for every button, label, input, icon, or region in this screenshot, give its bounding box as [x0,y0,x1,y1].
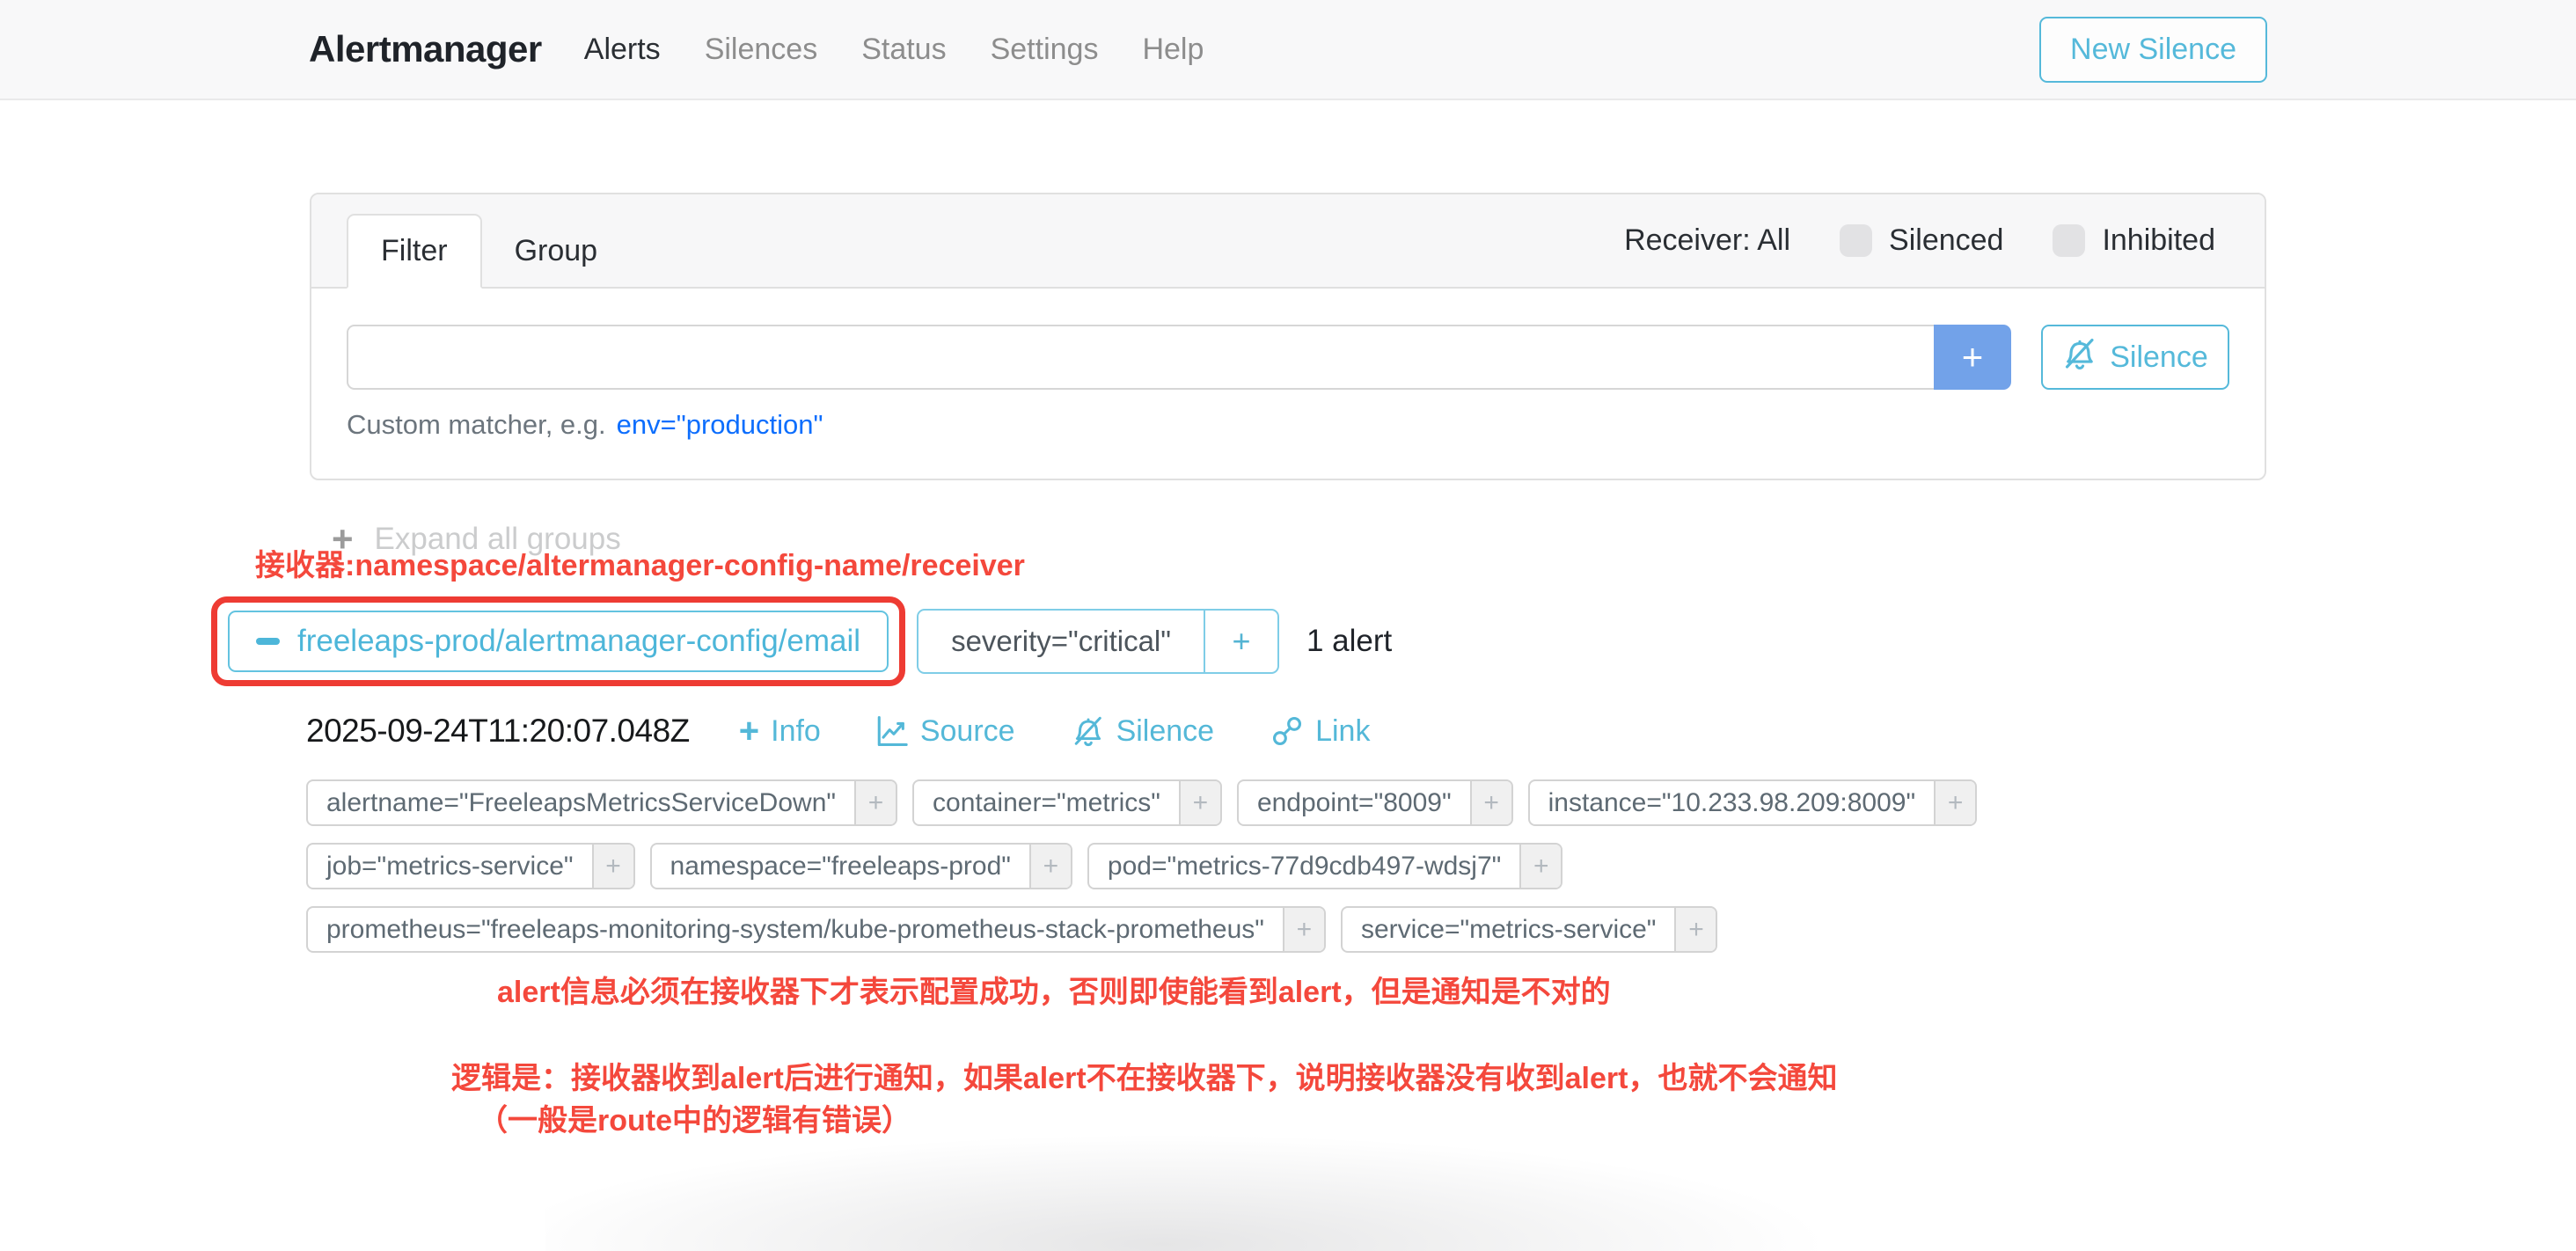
nav-link-alerts[interactable]: Alerts [584,33,661,67]
inhibited-checkbox-label[interactable]: Inhibited [2102,223,2215,258]
label-add-filter-button[interactable]: + [1179,781,1220,824]
label-add-filter-button[interactable]: + [1283,908,1324,951]
alert-group-row: freeleaps-prod/alertmanager-config/email… [211,596,1392,686]
label-tag: namespace="freeleaps-prod" + [650,843,1072,889]
label-tag-text: job="metrics-service" [308,845,592,888]
filter-card-body: + Silence Custom matcher, e.g. env="produ… [311,289,2265,441]
label-tag-text: endpoint="8009" [1239,781,1470,824]
label-tag: alertname="FreeleapsMetricsServiceDown" … [306,779,897,826]
nav-link-status[interactable]: Status [861,33,946,67]
tab-filter[interactable]: Filter [347,214,482,289]
filter-card: Filter Group Receiver: All Silenced Inhi… [310,193,2266,480]
nav-link-help[interactable]: Help [1142,33,1204,67]
alert-detail-row: 2025-09-24T11:20:07.048Z + Info Source S… [306,713,1370,750]
label-tag: pod="metrics-77d9cdb497-wdsj7" + [1087,843,1562,889]
label-tag-text: container="metrics" [914,781,1179,824]
silence-filter-button-label: Silence [2110,340,2208,375]
label-add-filter-button[interactable]: + [1674,908,1716,951]
link-icon [1270,714,1304,748]
label-tag-text: instance="10.233.98.209:8009" [1530,781,1934,824]
label-tag: job="metrics-service" + [306,843,635,889]
nav-link-settings[interactable]: Settings [991,33,1099,67]
group-matcher-add-button[interactable]: + [1204,611,1277,672]
alert-labels: alertname="FreeleapsMetricsServiceDown" … [306,779,1977,969]
label-tag-text: service="metrics-service" [1343,908,1675,951]
alert-timestamp: 2025-09-24T11:20:07.048Z [306,713,690,750]
annotation-line2: 逻辑是：接收器收到alert后进行通知，如果alert不在接收器下，说明接收器没… [451,1054,1837,1097]
silenced-checkbox-label[interactable]: Silenced [1889,223,2003,258]
label-tag: instance="10.233.98.209:8009" + [1528,779,1977,826]
alert-count: 1 alert [1306,624,1392,659]
label-row: alertname="FreeleapsMetricsServiceDown" … [306,779,1977,826]
filter-card-header: Filter Group Receiver: All Silenced Inhi… [311,194,2265,289]
annotation-receiver-note: 接收器:namespace/altermanager-config-name/r… [255,541,1025,584]
matcher-input[interactable] [347,325,1934,390]
label-tag-text: alertname="FreeleapsMetricsServiceDown" [308,781,854,824]
tab-group[interactable]: Group [482,216,631,287]
collapse-minus-icon [256,638,280,645]
hint-example-link[interactable]: env="production" [617,409,823,440]
info-action[interactable]: + Info [739,713,821,749]
annotation-line3: （一般是route中的逻辑有错误） [478,1096,911,1139]
add-matcher-button[interactable]: + [1934,325,2011,390]
label-tag-text: prometheus="freeleaps-monitoring-system/… [308,908,1283,951]
inhibited-checkbox[interactable] [2053,224,2085,257]
top-navbar: Alertmanager Alerts Silences Status Sett… [0,0,2576,100]
label-tag: service="metrics-service" + [1341,906,1718,953]
app-brand: Alertmanager [309,28,542,70]
label-add-filter-button[interactable]: + [1470,781,1511,824]
filter-header-controls: Receiver: All Silenced Inhibited [1624,194,2215,287]
silence-action-label: Silence [1116,714,1215,749]
annotation-red-box: freeleaps-prod/alertmanager-config/email [211,596,905,686]
label-add-filter-button[interactable]: + [592,845,633,888]
label-tag-text: namespace="freeleaps-prod" [652,845,1029,888]
label-row: prometheus="freeleaps-monitoring-system/… [306,906,1977,953]
group-matcher-chip: severity="critical" + [917,609,1279,674]
silenced-checkbox[interactable] [1840,224,1872,257]
label-add-filter-button[interactable]: + [1029,845,1071,888]
custom-matcher-hint: Custom matcher, e.g. env="production" [347,409,2229,441]
annotation-line1: alert信息必须在接收器下才表示配置成功，否则即使能看到alert，但是通知是… [497,968,1611,1011]
bell-slash-icon [2062,336,2097,379]
label-row: job="metrics-service" + namespace="freel… [306,843,1977,889]
receiver-filter-label[interactable]: Receiver: All [1624,223,1790,258]
new-silence-button[interactable]: New Silence [2039,17,2267,83]
label-add-filter-button[interactable]: + [854,781,896,824]
source-action-label: Source [920,714,1015,749]
label-add-filter-button[interactable]: + [1519,845,1561,888]
group-matcher-text: severity="critical" [918,611,1204,672]
matcher-input-group: + Silence [347,325,2229,390]
plus-icon: + [739,713,759,749]
hint-text: Custom matcher, e.g. [347,409,606,440]
receiver-group-button[interactable]: freeleaps-prod/alertmanager-config/email [228,611,889,672]
nav-link-silences[interactable]: Silences [705,33,818,67]
label-tag: container="metrics" + [912,779,1222,826]
chart-line-icon [875,714,909,748]
receiver-group-name: freeleaps-prod/alertmanager-config/email [297,624,860,659]
label-tag-text: pod="metrics-77d9cdb497-wdsj7" [1089,845,1519,888]
info-action-label: Info [771,714,821,749]
label-add-filter-button[interactable]: + [1934,781,1975,824]
source-action[interactable]: Source [875,714,1015,749]
link-action[interactable]: Link [1270,714,1370,749]
label-tag: prometheus="freeleaps-monitoring-system/… [306,906,1326,953]
silence-action[interactable]: Silence [1072,714,1215,749]
link-action-label: Link [1315,714,1370,749]
silence-filter-button[interactable]: Silence [2041,325,2229,390]
label-tag: endpoint="8009" + [1237,779,1513,826]
bell-slash-icon [1072,714,1105,748]
